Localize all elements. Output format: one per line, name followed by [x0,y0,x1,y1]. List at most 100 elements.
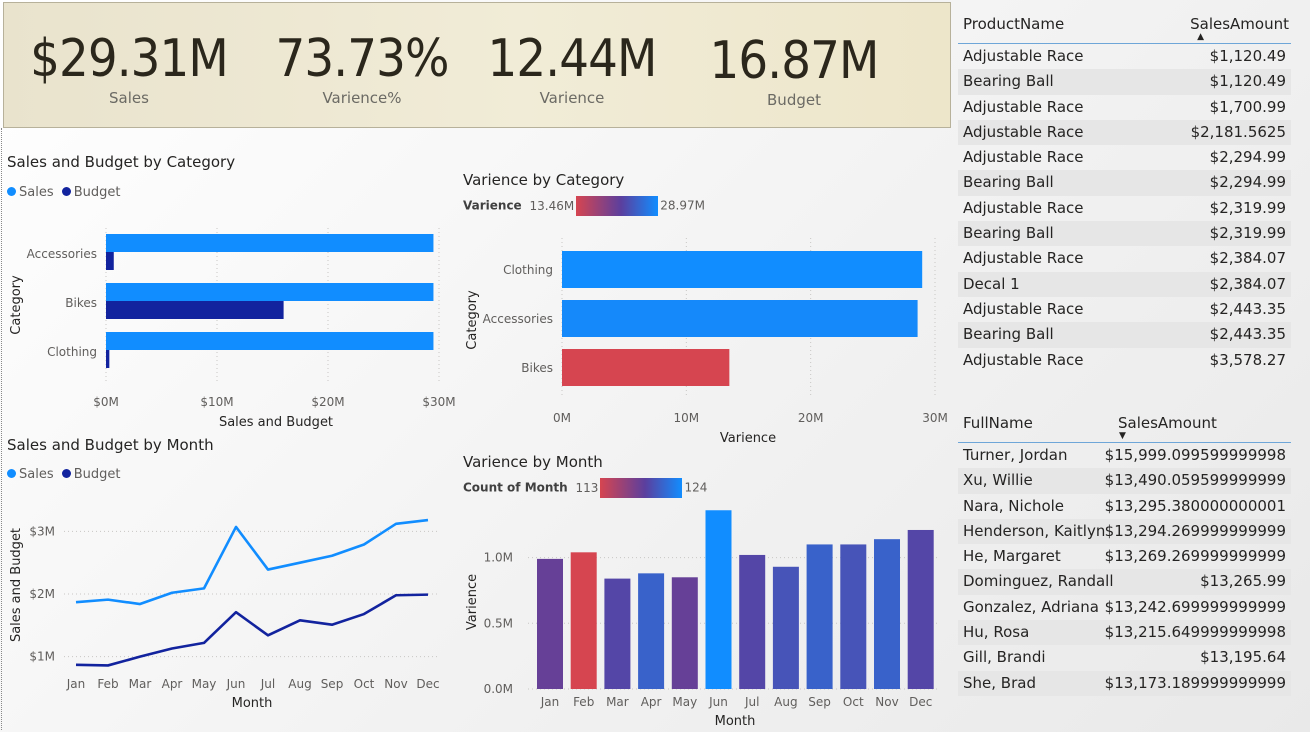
y-category-label: Clothing [503,263,553,277]
table-header: FullName SalesAmount ▼ [958,406,1291,443]
full-name-cell: Nara, Nichole [963,496,1065,515]
column-header-productname[interactable]: ProductName [963,15,1064,33]
legend-sales-label: Sales [19,185,54,200]
bar-budget [106,350,110,368]
x-tick-label: Feb [97,677,118,691]
legend-sales-budget-category: Sales Budget [7,185,121,200]
table-row[interactable]: Adjustable Race $2,384.07 [958,246,1291,271]
table-row[interactable]: Bearing Ball $2,319.99 [958,221,1291,247]
table-row[interactable]: Bearing Ball $2,294.99 [958,170,1291,196]
table-row[interactable]: Adjustable Race $1,120.49 [958,44,1291,69]
product-name-cell: Adjustable Race [963,122,1084,141]
chart-variance-by-month: 0.0M 0.5M 1.0M Jan Feb Mar Apr May Jun Jul Aug Sep O… [465,510,938,729]
sales-amount-cell: $13,215.649999999998 [1104,623,1286,642]
kpi-sales[interactable]: $29.31M Sales [16,29,242,107]
sort-ascending-icon[interactable]: ▲ [1197,32,1204,42]
table-row[interactable]: Bearing Ball $2,443.35 [958,322,1291,348]
sales-amount-cell: $1,700.99 [1209,97,1286,116]
table-row[interactable]: Dominguez, Randall $13,265.99 [958,569,1291,595]
x-tick-label: Sep [808,695,831,709]
legend-item-sales[interactable]: Sales [7,185,54,200]
legend-sales-marker [7,187,16,196]
legend-item-sales[interactable]: Sales [7,467,54,482]
table-row[interactable]: Decal 1 $2,384.07 [958,271,1291,297]
full-name-cell: Turner, Jordan [963,446,1068,464]
table-row[interactable]: Adjustable Race $1,700.99 [958,95,1291,120]
color-legend-variance-min: 13.46M [529,198,575,213]
sales-amount-cell: $1,120.49 [1209,47,1286,65]
chart-sales-budget-by-month: $1M $2M $3M Jan Feb Mar Apr May Jun Jul Aug Sep Oct N… [9,518,440,711]
full-name-cell: Gonzalez, Adriana [963,597,1099,616]
sales-amount-cell: $1,120.49 [1209,72,1286,91]
column-header-salesamount[interactable]: SalesAmount [1118,414,1217,432]
kpi-variance[interactable]: 12.44M Varience [474,29,670,107]
table-row[interactable]: Gill, Brandi $13,195.64 [958,645,1291,670]
table-row[interactable]: Henderson, Kaitlyn $13,294.269999999999 [958,518,1291,545]
color-legend-count-gradient [600,478,683,498]
y-axis-title: Varience [465,574,480,630]
bar-sales [106,234,434,252]
bar-budget [106,301,284,319]
kpi-budget[interactable]: 16.87M Budget [694,31,894,109]
bar-variance-month [806,544,833,689]
table-row[interactable]: Hu, Rosa $13,215.649999999998 [958,620,1291,646]
sales-amount-cell: $2,384.07 [1209,249,1286,268]
x-tick-label: Jun [708,695,728,709]
y-axis-title: Category [9,275,24,335]
color-legend-variance-max: 28.97M [660,198,705,213]
sales-amount-cell: $2,443.35 [1209,299,1286,318]
table-row[interactable]: Bearing Ball $1,120.49 [958,69,1291,95]
product-name-cell: Adjustable Race [963,97,1084,116]
y-tick-label: 0.0M [484,682,513,696]
chart-sales-budget-by-category: $0M $10M $20M $30M Accessories Bikes Clothing S… [9,228,456,430]
table-row[interactable]: Adjustable Race $2,319.99 [958,196,1291,221]
bar-variance-month [874,539,900,689]
product-name-cell: Adjustable Race [963,148,1084,167]
table-row[interactable]: Nara, Nichole $13,295.380000000001 [958,494,1291,519]
table-row[interactable]: Xu, Willie $13,490.059599999999 [958,468,1291,494]
sales-amount-cell: $2,443.35 [1209,325,1286,344]
table-row[interactable]: Adjustable Race $3,578.27 [958,348,1291,373]
table-row[interactable]: Adjustable Race $2,443.35 [958,297,1291,322]
bar-variance-month [671,577,698,689]
sales-amount-cell: $13,195.64 [1200,648,1286,667]
bar-variance-month [638,573,665,689]
color-legend-count-min: 113 [575,480,599,495]
full-name-cell: Dominguez, Randall [963,572,1114,591]
legend-item-budget[interactable]: Budget [61,185,121,200]
product-name-cell: Bearing Ball [963,224,1054,243]
bar-variance [562,349,730,386]
x-tick-label: $30M [422,395,455,409]
sales-amount-cell: $2,319.99 [1209,224,1286,243]
y-category-label: Clothing [47,345,97,359]
sales-amount-cell: $2,319.99 [1209,198,1286,217]
y-category-label: Bikes [65,296,97,310]
sort-descending-icon[interactable]: ▼ [1119,431,1126,441]
x-tick-label: Nov [875,695,898,709]
table-row[interactable]: Adjustable Race $2,181.5625 [958,119,1291,146]
x-tick-label: 30M [922,411,948,425]
legend-item-budget[interactable]: Budget [61,467,121,482]
x-tick-label: Mar [606,695,629,709]
table-row[interactable]: Adjustable Race $2,294.99 [958,145,1291,170]
kpi-variance-percent-value: 73.73% [275,29,449,89]
column-header-salesamount[interactable]: SalesAmount [1190,15,1289,33]
kpi-variance-percent[interactable]: 73.73% Varience% [252,29,472,107]
y-tick-label: $2M [29,587,55,601]
table-row[interactable]: Gonzalez, Adriana $13,242.699999999999 [958,595,1291,620]
y-category-label: Accessories [27,247,97,261]
table-row[interactable]: She, Brad $13,173.189999999999 [958,670,1291,696]
sales-amount-cell: $13,269.269999999999 [1104,547,1286,566]
y-tick-label: $1M [29,650,55,664]
sales-amount-cell: $2,384.07 [1209,274,1286,293]
legend-sales-budget-month: Sales Budget [7,467,121,482]
table-row[interactable]: Turner, Jordan $15,999.099599999998 [958,443,1291,468]
sales-amount-cell: $13,295.380000000001 [1104,496,1286,515]
kpi-budget-value: 16.87M [709,31,880,91]
table-row[interactable]: He, Margaret $13,269.269999999999 [958,544,1291,569]
y-tick-label: $3M [29,524,55,538]
column-header-fullname[interactable]: FullName [963,414,1033,432]
color-legend-variance-title: Varience [463,198,522,213]
legend-sales-label: Sales [19,467,54,482]
color-legend-variance: Varience 13.46M 28.97M [463,196,705,216]
